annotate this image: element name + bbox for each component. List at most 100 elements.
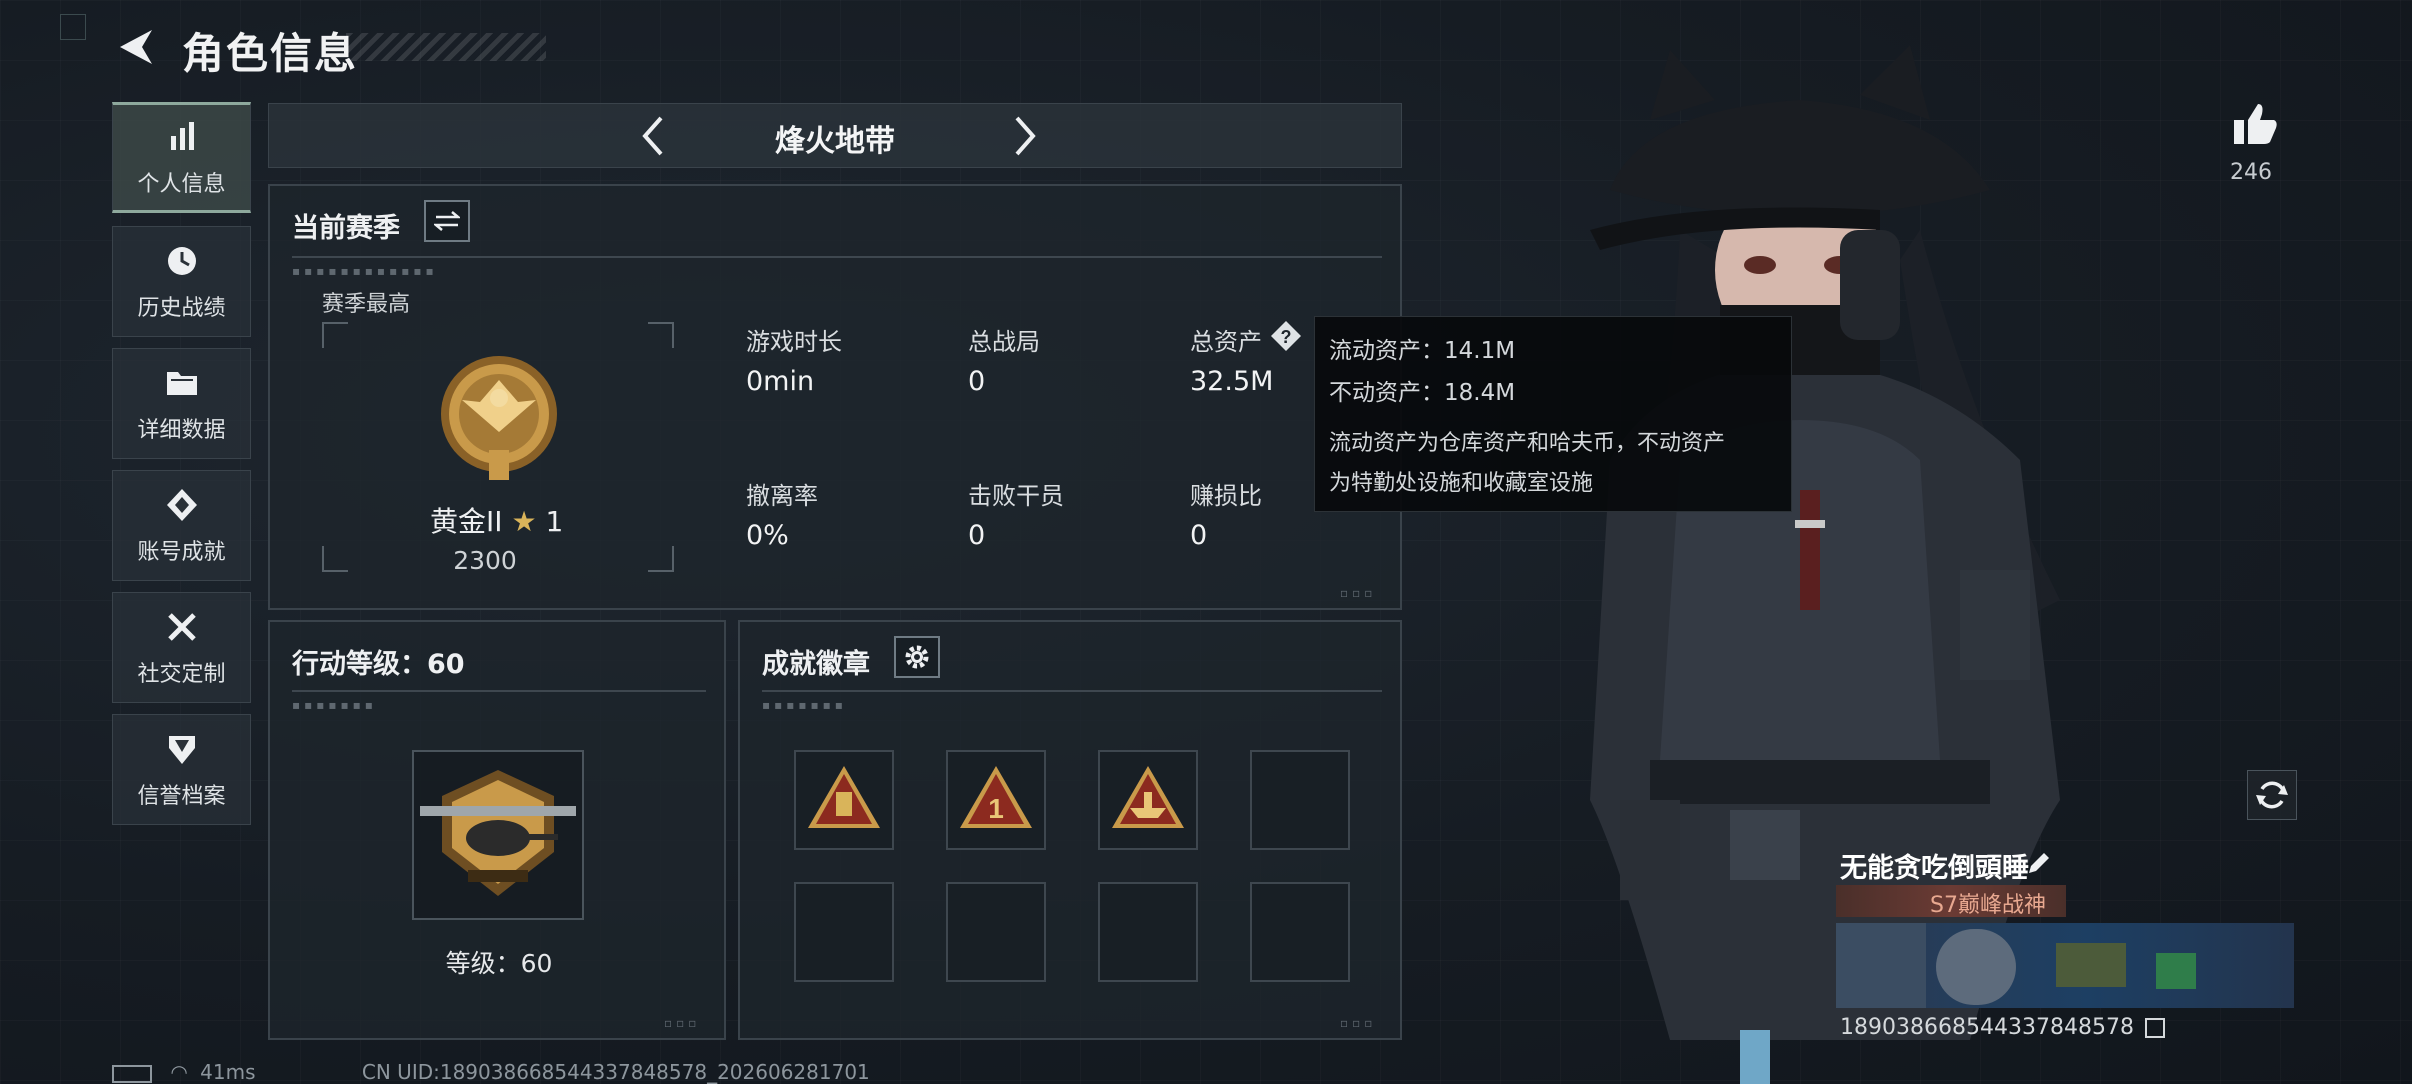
rank-name-line: 黄金II ★ 1 xyxy=(430,500,563,540)
rank-points: 2300 xyxy=(453,546,517,575)
corner-decoration xyxy=(60,14,86,40)
switch-season-button[interactable] xyxy=(424,200,470,242)
nav-label: 历史战绩 xyxy=(137,295,226,321)
stat-value-profit-ratio: 0 xyxy=(1190,520,1208,551)
action-level-value: 等级：60 xyxy=(445,949,553,978)
badge-settings-button[interactable] xyxy=(894,636,940,678)
frame-corner xyxy=(322,322,348,348)
achievement-badges-panel: 成就徽章 ▪▪▪▪▪▪▪ 1 ▫▫▫ xyxy=(738,620,1402,1040)
nav-label: 个人信息 xyxy=(137,171,226,197)
rank-stars: 1 xyxy=(545,505,564,538)
edit-name-button[interactable] xyxy=(2024,848,2054,878)
bar-chart-icon xyxy=(170,121,194,150)
stat-value-playtime: 0min xyxy=(746,366,815,397)
helicopter-emblem-icon xyxy=(420,770,576,896)
decoration-dots: ▪▪▪▪▪▪▪ xyxy=(292,698,377,712)
decoration-dots: ▫▫▫ xyxy=(1340,1016,1377,1030)
asset-help-button[interactable]: ? xyxy=(1270,320,1302,352)
tooltip-fixed-assets: 不动资产：18.4M xyxy=(1329,380,1516,406)
tooltip-description-line1: 流动资产为仓库资产和哈夫币，不动资产 xyxy=(1329,431,1726,456)
wifi-icon: ◠ xyxy=(170,1060,188,1084)
reputation-shield-icon xyxy=(168,735,195,764)
banner-item-art xyxy=(2056,943,2126,987)
thumbs-up-icon xyxy=(2234,104,2277,144)
folder-icon xyxy=(166,371,197,395)
back-button[interactable] xyxy=(112,22,162,72)
stat-label-profit-ratio: 赚损比 xyxy=(1190,482,1262,510)
nav-history-record[interactable]: 历史战绩 xyxy=(112,226,251,337)
gear-icon xyxy=(905,645,929,669)
mode-title: 烽火地带 xyxy=(775,124,895,159)
player-uid-line: 189038668544337848578 xyxy=(1840,1015,2165,1040)
battery-icon xyxy=(112,1064,152,1083)
svg-text:?: ? xyxy=(1281,327,1292,347)
mode-tab-bar: 烽火地带 xyxy=(268,103,1402,168)
player-banner[interactable] xyxy=(1836,923,2294,1008)
divider xyxy=(292,690,706,692)
tooltip-liquid-assets: 流动资产：14.1M xyxy=(1329,338,1516,364)
player-title: S7巅峰战神 xyxy=(1930,893,2046,918)
nav-detailed-data[interactable]: 详细数据 xyxy=(112,348,251,459)
decoration-dots: ▫▫▫ xyxy=(1340,586,1377,600)
edit-pencil-icon xyxy=(2029,853,2049,873)
svg-text:1: 1 xyxy=(988,793,1004,824)
history-icon xyxy=(167,246,196,275)
nav-personal-info[interactable]: 个人信息 xyxy=(112,102,251,213)
badge-slot[interactable]: 1 xyxy=(946,750,1046,850)
player-name: 无能贪吃倒頭睡 xyxy=(1840,853,2029,884)
back-arrow-icon xyxy=(120,30,152,64)
copy-uid-button[interactable] xyxy=(2144,1018,2165,1038)
help-icon: ? xyxy=(1271,321,1301,351)
badge-slot[interactable] xyxy=(1098,750,1198,850)
asset-tooltip: 流动资产：14.1M 不动资产：18.4M 流动资产为仓库资产和哈夫币，不动资产… xyxy=(1314,316,1792,512)
nav-label: 详细数据 xyxy=(137,417,226,443)
banner-character-art xyxy=(1936,929,2016,1005)
avatar xyxy=(1836,923,1926,1008)
nav-reputation-archive[interactable]: 信誉档案 xyxy=(112,714,251,825)
stat-label-operators-defeated: 击败干员 xyxy=(968,482,1064,510)
stat-label-playtime: 游戏时长 xyxy=(746,328,842,356)
stat-value-operators-defeated: 0 xyxy=(968,520,986,551)
like-count: 246 xyxy=(2230,160,2272,185)
decoration-dots: ▫▫▫ xyxy=(664,1016,701,1030)
nav-label: 社交定制 xyxy=(137,661,226,687)
player-uid: 189038668544337848578 xyxy=(1840,1015,2134,1040)
badge-slot-empty[interactable] xyxy=(946,882,1046,982)
player-title-plate: S7巅峰战神 xyxy=(1836,885,2066,918)
stat-label-total-assets: 总资产 xyxy=(1190,328,1262,356)
achievement-icon xyxy=(166,488,197,521)
stat-value-total-matches: 0 xyxy=(968,366,986,397)
frame-corner xyxy=(648,322,674,348)
rotate-view-button[interactable] xyxy=(2247,770,2297,820)
badge-slot-empty[interactable] xyxy=(1098,882,1198,982)
stat-value-total-assets: 32.5M xyxy=(1190,366,1274,397)
banner-item-art xyxy=(2156,953,2196,989)
like-button[interactable] xyxy=(2230,100,2280,148)
badge-slot-empty[interactable] xyxy=(1250,750,1350,850)
gold-rank-emblem-icon xyxy=(441,356,557,480)
divider xyxy=(292,256,1382,258)
swap-icon xyxy=(434,211,460,231)
current-season-panel: 当前赛季 ▪▪▪▪▪▪▪▪▪▪▪▪ 赛季最高 黄金II ★ 1 2300 游戏时… xyxy=(268,184,1402,610)
ship-badge-icon xyxy=(1112,766,1184,828)
badge-slot[interactable] xyxy=(794,750,894,850)
refresh-icon xyxy=(2256,781,2288,809)
nav-account-achievement[interactable]: 账号成就 xyxy=(112,470,251,581)
stat-label-total-matches: 总战局 xyxy=(968,328,1040,356)
rank-name: 黄金II xyxy=(430,505,503,538)
nav-label: 账号成就 xyxy=(137,539,226,565)
first-place-badge-icon: 1 xyxy=(960,766,1032,828)
divider xyxy=(762,690,1382,692)
action-level-panel: 行动等级：60 ▪▪▪▪▪▪▪ 等级：60 ▫▫▫ xyxy=(268,620,726,1040)
nav-social-custom[interactable]: 社交定制 xyxy=(112,592,251,703)
page-title: 角色信息 xyxy=(182,29,359,78)
action-level-emblem-frame xyxy=(412,750,584,920)
next-mode-button[interactable] xyxy=(999,110,1049,162)
tools-icon xyxy=(167,612,196,641)
badge-slot-empty[interactable] xyxy=(794,882,894,982)
badge-slot-empty[interactable] xyxy=(1250,882,1350,982)
badges-title: 成就徽章 xyxy=(762,649,870,680)
stat-label-extraction-rate: 撤离率 xyxy=(746,482,818,510)
nav-label: 信誉档案 xyxy=(137,783,226,809)
title-decoration xyxy=(346,33,546,61)
